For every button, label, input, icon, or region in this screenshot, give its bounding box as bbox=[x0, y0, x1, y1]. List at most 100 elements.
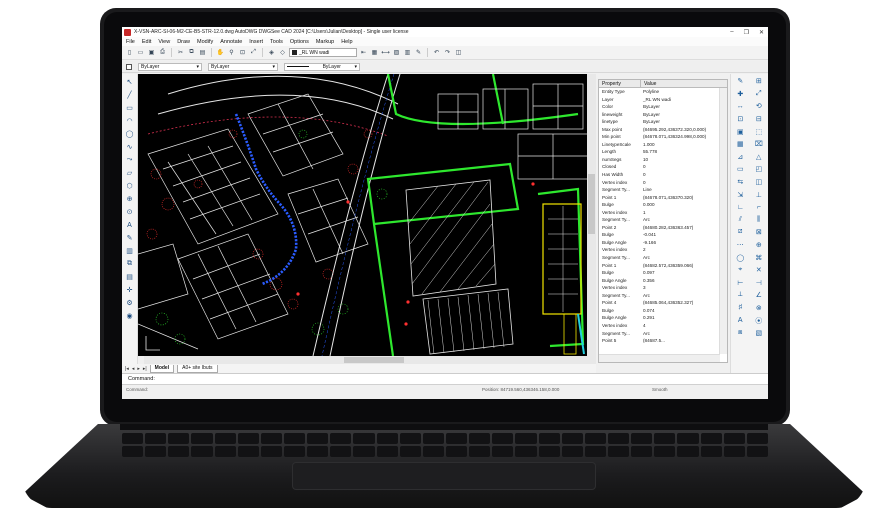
tab-nav-prev[interactable]: ◂ bbox=[132, 366, 135, 372]
modify-tool-icon[interactable]: ⊢ bbox=[731, 277, 750, 290]
modify-tool-icon[interactable]: ⊥ bbox=[750, 188, 769, 201]
modify-tool-icon[interactable]: ⊗ bbox=[750, 302, 769, 315]
property-value[interactable]: 1.000 bbox=[641, 141, 655, 149]
property-value[interactable]: 10 bbox=[641, 156, 648, 164]
modify-tool-icon[interactable]: ⌖ bbox=[731, 264, 750, 277]
paste-icon[interactable]: ▤ bbox=[198, 48, 207, 57]
property-value[interactable]: (84678.071,436324.998,0.000) bbox=[641, 133, 706, 141]
tab-nav-first[interactable]: |◂ bbox=[125, 366, 129, 372]
modify-tool-icon[interactable]: ⫼ bbox=[750, 214, 769, 227]
property-value[interactable]: ByLayer bbox=[641, 118, 660, 126]
modify-tool-icon[interactable]: ⇆ bbox=[731, 176, 750, 189]
draw-tool-icon[interactable]: ◠ bbox=[125, 116, 135, 126]
draw-tool-icon[interactable]: ⬡ bbox=[125, 181, 135, 191]
layer-prev-icon[interactable]: ⇤ bbox=[359, 48, 368, 57]
property-value[interactable]: 0 bbox=[641, 179, 646, 187]
tab-nav-last[interactable]: ▸| bbox=[143, 366, 147, 372]
property-value[interactable]: Arc bbox=[641, 330, 650, 338]
draw-tool-icon[interactable]: ⤳ bbox=[125, 155, 135, 165]
modify-tool-icon[interactable]: ⟂ bbox=[731, 289, 750, 302]
layer-icon[interactable]: ◈ bbox=[267, 48, 276, 57]
minimize-button[interactable]: – bbox=[730, 29, 733, 35]
modify-tool-icon[interactable]: ▦ bbox=[731, 138, 750, 151]
property-value[interactable]: Line bbox=[641, 186, 652, 194]
property-value[interactable]: 0.097 bbox=[641, 269, 655, 277]
modify-tool-icon[interactable]: ⌧ bbox=[750, 138, 769, 151]
pane-icon[interactable]: ◫ bbox=[454, 48, 463, 57]
property-value[interactable]: ByLayer bbox=[641, 111, 660, 119]
layer-state-icon[interactable]: ◇ bbox=[278, 48, 287, 57]
modify-tool-icon[interactable]: ∟ bbox=[731, 201, 750, 214]
scrollbar-thumb[interactable] bbox=[344, 357, 404, 363]
draw-tool-icon[interactable]: ∿ bbox=[125, 142, 135, 152]
image-icon[interactable]: ▨ bbox=[392, 48, 401, 57]
property-value[interactable]: (84682.572,436359.066) bbox=[641, 262, 693, 270]
property-value[interactable]: (84678.071,436370.320) bbox=[641, 194, 693, 202]
modify-tool-icon[interactable]: ♯ bbox=[731, 302, 750, 315]
modify-tool-icon[interactable]: ⇲ bbox=[731, 188, 750, 201]
draw-tool-icon[interactable]: ▤ bbox=[125, 272, 135, 282]
property-value[interactable]: 0.356 bbox=[641, 277, 655, 285]
modify-tool-icon[interactable]: ∠ bbox=[750, 289, 769, 302]
property-value[interactable]: ByLayer bbox=[641, 103, 660, 111]
layer-dropdown-toolbar[interactable]: _RL WN wadi bbox=[289, 48, 357, 57]
markup-icon[interactable]: ✎ bbox=[414, 48, 423, 57]
property-value[interactable]: Arc bbox=[641, 254, 650, 262]
modify-tool-icon[interactable]: ⊟ bbox=[750, 113, 769, 126]
pdf-icon[interactable]: ▥ bbox=[403, 48, 412, 57]
close-button[interactable]: ✕ bbox=[759, 29, 764, 36]
modify-tool-icon[interactable]: ⊡ bbox=[731, 113, 750, 126]
property-value[interactable]: -0.041 bbox=[641, 231, 656, 239]
menu-options[interactable]: Options bbox=[290, 39, 309, 45]
menu-insert[interactable]: Insert bbox=[249, 39, 263, 45]
modify-tool-icon[interactable]: ⊕ bbox=[750, 239, 769, 252]
property-value[interactable]: (84685.064,436352.327) bbox=[641, 299, 693, 307]
measure-icon[interactable]: ⟷ bbox=[381, 48, 390, 57]
modify-tool-icon[interactable]: ⊿ bbox=[731, 151, 750, 164]
tab-layout[interactable]: A0+ site Ibuts bbox=[177, 364, 218, 373]
new-icon[interactable]: ▯ bbox=[125, 48, 134, 57]
property-value[interactable]: (84695.292,436372.320,0.000) bbox=[641, 126, 706, 134]
modify-tool-icon[interactable]: ⧄ bbox=[731, 226, 750, 239]
modify-tool-icon[interactable]: ✕ bbox=[750, 264, 769, 277]
modify-tool-icon[interactable]: ▣ bbox=[731, 125, 750, 138]
status-smooth[interactable]: Smooth bbox=[652, 387, 668, 392]
modify-tool-icon[interactable]: ◫ bbox=[750, 176, 769, 189]
undo-icon[interactable]: ↶ bbox=[432, 48, 441, 57]
property-value[interactable]: 55.778 bbox=[641, 148, 657, 156]
property-value[interactable]: 0.074 bbox=[641, 307, 655, 315]
modify-tool-icon[interactable]: ↔ bbox=[731, 100, 750, 113]
menu-edit[interactable]: Edit bbox=[142, 39, 151, 45]
drawing-vertical-scrollbar[interactable] bbox=[587, 74, 596, 356]
property-value[interactable]: 3 bbox=[641, 284, 646, 292]
menu-view[interactable]: View bbox=[158, 39, 170, 45]
property-value[interactable]: (84687.5... bbox=[641, 337, 665, 345]
draw-tool-icon[interactable]: ⧉ bbox=[125, 259, 135, 269]
draw-tool-icon[interactable]: ⚙ bbox=[125, 298, 135, 308]
property-value[interactable]: Polyline bbox=[641, 88, 659, 96]
modify-tool-icon[interactable]: ◰ bbox=[750, 163, 769, 176]
modify-tool-icon[interactable]: ⧈ bbox=[731, 327, 750, 340]
color-dropdown[interactable]: ByLayer ▾ bbox=[138, 62, 202, 71]
linetype-dropdown[interactable]: ByLayer ▾ bbox=[284, 62, 360, 71]
zoom-extents-icon[interactable]: ⤢ bbox=[249, 48, 258, 57]
property-value[interactable]: 0 bbox=[641, 163, 646, 171]
zoom-icon[interactable]: ⚲ bbox=[227, 48, 236, 57]
draw-tool-icon[interactable]: ⊕ bbox=[125, 194, 135, 204]
pan-icon[interactable]: ✋ bbox=[216, 48, 225, 57]
property-value[interactable]: 4 bbox=[641, 322, 646, 330]
save-icon[interactable]: ▣ bbox=[147, 48, 156, 57]
draw-tool-icon[interactable]: ◉ bbox=[125, 311, 135, 321]
redo-icon[interactable]: ↷ bbox=[443, 48, 452, 57]
modify-tool-icon[interactable]: ⬚ bbox=[750, 125, 769, 138]
menu-modify[interactable]: Modify bbox=[197, 39, 213, 45]
modify-tool-icon[interactable]: ▭ bbox=[731, 163, 750, 176]
modify-tool-icon[interactable]: ⋯ bbox=[731, 239, 750, 252]
menu-file[interactable]: File bbox=[126, 39, 135, 45]
block-icon[interactable]: ▦ bbox=[370, 48, 379, 57]
modify-tool-icon[interactable]: ⌘ bbox=[750, 251, 769, 264]
color-swatch-icon[interactable] bbox=[126, 63, 132, 70]
modify-tool-icon[interactable]: ⊞ bbox=[750, 75, 769, 88]
property-value[interactable]: Arc bbox=[641, 292, 650, 300]
menu-markup[interactable]: Markup bbox=[316, 39, 334, 45]
